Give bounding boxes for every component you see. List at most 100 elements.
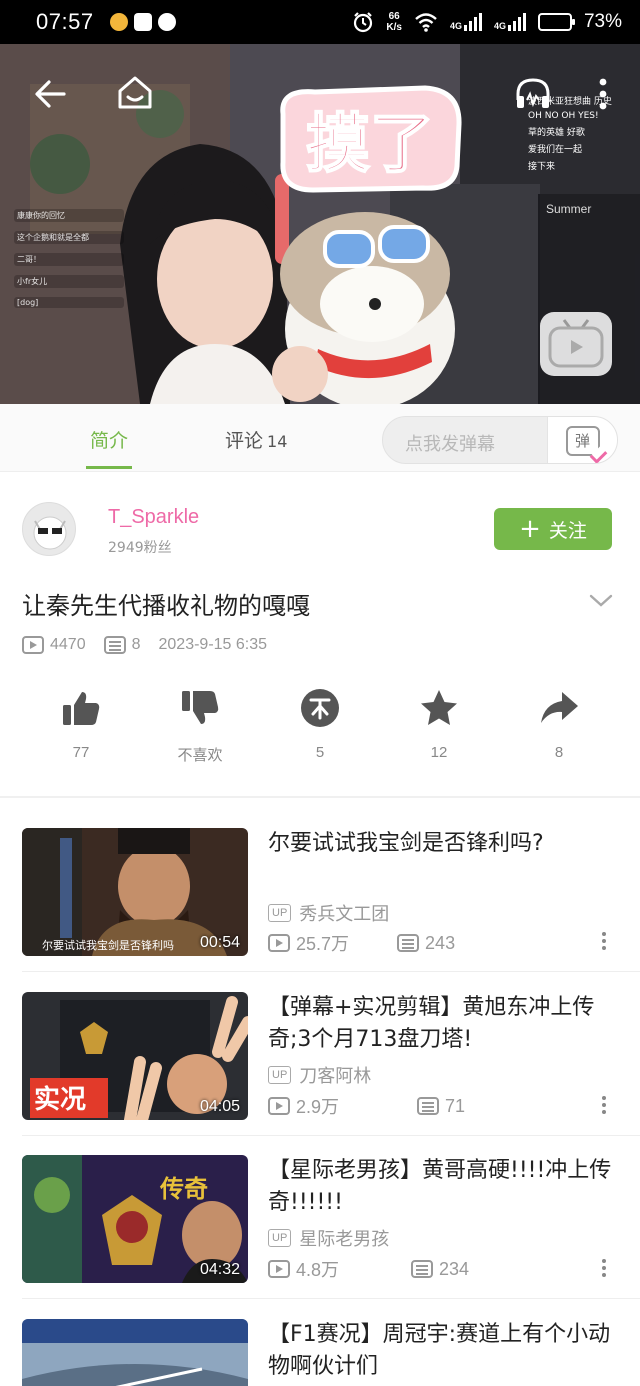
- chat-line: 二哥！: [14, 253, 124, 266]
- chat-line: 草的英雄 好歌: [528, 128, 585, 138]
- dislike-button[interactable]: 不喜欢: [150, 688, 250, 765]
- thumbnail-caption: 尔要试试我宝剑是否锋利吗: [42, 939, 174, 952]
- tv-logo-icon: [540, 312, 612, 376]
- share-icon: [541, 692, 578, 723]
- sticker-text: 摸了: [306, 108, 434, 182]
- video-title: 让秦先生代播收礼物的嘎嘎: [22, 592, 310, 620]
- video-thumbnail[interactable]: [22, 1319, 248, 1386]
- more-options-icon[interactable]: [598, 932, 610, 956]
- related-video-title: 尔要试试我宝剑是否锋利吗?: [268, 831, 544, 856]
- danmaku-placeholder: 点我发弹幕: [405, 434, 495, 455]
- chat-line: 爱我们在一起: [528, 145, 583, 155]
- more-options-icon[interactable]: [598, 1096, 610, 1120]
- tab-intro[interactable]: 简介: [85, 426, 133, 469]
- video-thumbnail[interactable]: 实况 04:05: [22, 992, 248, 1120]
- item-divider: [22, 971, 640, 972]
- dislike-label: 不喜欢: [177, 747, 223, 764]
- favorite-button[interactable]: 12: [389, 688, 489, 761]
- related-video-item[interactable]: 尔要试试我宝剑是否锋利吗 00:54 尔要试试我宝剑是否锋利吗? UP 秀兵文工团…: [0, 828, 640, 990]
- battery-icon: [537, 13, 575, 31]
- up-badge-icon: UP: [268, 904, 292, 922]
- up-badge-icon: UP: [268, 1066, 292, 1084]
- chevron-down-icon[interactable]: [588, 590, 614, 610]
- related-video-stats: 2.9万 71: [268, 1093, 465, 1119]
- video-duration: 00:54: [199, 934, 240, 951]
- net-speed-unit: K/s: [386, 22, 402, 33]
- coin-icon: [301, 689, 339, 727]
- signal-icon-1: [463, 13, 482, 31]
- play-count-icon: [268, 934, 290, 952]
- related-video-title: 【弹幕+实况剪辑】黄旭东冲上传奇;3个月713盘刀塔!: [268, 995, 595, 1052]
- net-speed: 66 K/s: [386, 11, 402, 33]
- favorite-count: 12: [430, 744, 448, 761]
- song-title: Summer: [546, 202, 592, 216]
- related-video-item[interactable]: 【F1赛况】周冠宇:赛道上有个小动物啊伙计们: [0, 1319, 640, 1386]
- more-options-icon[interactable]: [598, 1259, 610, 1283]
- view-count: 4.8万: [296, 1260, 340, 1280]
- related-video-uploader: UP 刀客阿林: [268, 1062, 371, 1088]
- view-count: 2.9万: [296, 1097, 340, 1117]
- related-video-item[interactable]: 传奇 04:32 【星际老男孩】黄哥高硬!!!!冲上传奇!!!!!! UP 星际老…: [0, 1155, 640, 1317]
- danmaku-count: 234: [439, 1258, 470, 1279]
- related-video-title: 【F1赛况】周冠宇:赛道上有个小动物啊伙计们: [268, 1322, 611, 1379]
- action-bar: 77 不喜欢 5 12 8: [0, 688, 640, 768]
- danmaku-count: 8: [131, 636, 141, 653]
- more-icon[interactable]: [596, 76, 610, 112]
- view-count: 4470: [50, 636, 86, 653]
- uploader-name[interactable]: T_Sparkle: [108, 506, 199, 529]
- star-icon: [421, 690, 457, 725]
- share-button[interactable]: 8: [509, 688, 609, 761]
- avatar[interactable]: [22, 502, 76, 556]
- like-icon: [63, 692, 100, 725]
- danmaku-icon: 弹: [565, 426, 600, 456]
- up-badge-icon: UP: [268, 1229, 292, 1247]
- follow-button[interactable]: + 关注: [494, 508, 612, 550]
- thumbnail-caption: 实况: [34, 1085, 87, 1115]
- chat-line: 康康你的回忆: [14, 209, 124, 222]
- related-video-item[interactable]: 实况 04:05 【弹幕+实况剪辑】黄旭东冲上传奇;3个月713盘刀塔! UP 刀…: [0, 992, 640, 1154]
- video-thumbnail[interactable]: 传奇 04:32: [22, 1155, 248, 1283]
- play-count-icon: [22, 636, 44, 654]
- danmaku-toggle-button[interactable]: 弹: [547, 417, 617, 463]
- weather-icon: [109, 13, 128, 31]
- comments-count: 14: [267, 432, 288, 451]
- chat-line: 这个企鹅和就是全都: [14, 231, 124, 244]
- chat-line: [dog]: [14, 297, 124, 308]
- overlay-chat-left: 康康你的回忆 这个企鹅和就是全都 二哥！ 小fr女儿 [dog]: [14, 209, 124, 317]
- danmaku-count: 71: [445, 1095, 466, 1116]
- danmaku-count-icon: [411, 1260, 434, 1278]
- sticker-image: 摸了: [280, 85, 462, 193]
- signal-icon-2: [507, 13, 526, 31]
- related-video-title: 【星际老男孩】黄哥高硬!!!!冲上传奇!!!!!!: [268, 1158, 612, 1215]
- danmaku-count: 243: [425, 932, 456, 953]
- follow-label: 关注: [548, 519, 587, 542]
- chat-line: 小fr女儿: [14, 275, 124, 288]
- video-thumbnail[interactable]: 尔要试试我宝剑是否锋利吗 00:54: [22, 828, 248, 956]
- tab-bar: 简介 评论 14 点我发弹幕 弹: [0, 404, 640, 472]
- plus-icon: +: [519, 514, 541, 544]
- share-count: 8: [554, 744, 564, 761]
- uploader-name: 刀客阿林: [299, 1066, 372, 1087]
- danmaku-count-icon: [417, 1097, 440, 1115]
- danmaku-input[interactable]: 点我发弹幕 弹: [382, 416, 618, 464]
- publish-date: 2023-9-15 6:35: [158, 636, 268, 653]
- back-icon[interactable]: [34, 78, 66, 110]
- status-bar: 07:57 66 K/s 4G 4G 73%: [0, 0, 640, 44]
- video-player[interactable]: 摸了 波西米亚狂想曲 历史 OH NO OH YES! 草的英雄 好歌 爱我们在…: [0, 44, 640, 404]
- app-notification-icon: [133, 13, 152, 31]
- section-divider: [0, 796, 640, 798]
- item-divider: [22, 1298, 640, 1299]
- coin-button[interactable]: 5: [270, 688, 370, 761]
- headphones-icon[interactable]: [514, 76, 552, 112]
- chat-line: OH NO OH YES!: [528, 111, 599, 121]
- related-video-uploader: UP 秀兵文工团: [268, 900, 389, 926]
- play-count-icon: [268, 1260, 290, 1278]
- home-icon[interactable]: [116, 74, 154, 112]
- related-video-stats: 25.7万 243: [268, 930, 455, 956]
- message-icon: [157, 13, 176, 31]
- tab-comments[interactable]: 评论 14: [225, 426, 287, 453]
- like-button[interactable]: 77: [31, 688, 131, 761]
- thumbnail-caption: 传奇: [160, 1175, 208, 1203]
- chat-line: 接下来: [528, 162, 556, 172]
- uploader-name: 秀兵文工团: [299, 904, 390, 925]
